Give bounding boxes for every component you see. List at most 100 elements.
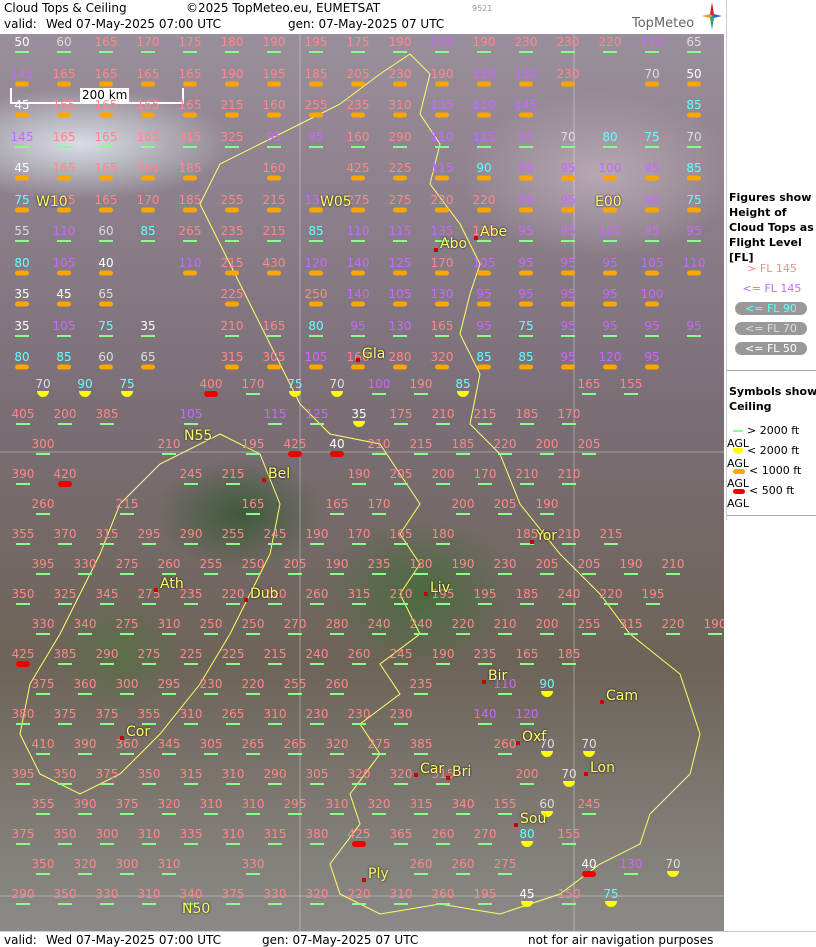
ceiling-symbol-icon [372,453,386,455]
ceiling-symbol-icon [330,633,344,635]
cloud-top-value: 220 [430,192,454,207]
cloud-top-value: 190 [430,66,454,81]
ceiling-symbol-icon [184,663,198,665]
cloud-top-value: 35 [351,407,367,421]
cloud-top-value: 70 [329,377,345,391]
cloud-top-value: 295 [137,527,161,541]
cloud-top-value: 70 [561,767,577,781]
ceiling-symbol-icon [562,423,576,425]
cloud-top-value: 305 [199,737,223,751]
ceiling-symbol-icon [394,723,408,725]
cloud-top-value: 145 [514,98,538,112]
ceiling-symbol-icon [414,393,428,395]
ceiling-symbol-icon [100,423,114,425]
cloud-top-value: 220 [661,617,685,631]
cloud-top-value: 330 [241,857,265,871]
ceiling-symbol-icon [15,145,29,148]
cloud-top-value: 320 [325,737,349,751]
city-marker-icon [474,236,478,240]
cloud-top-value: 205 [493,497,517,511]
ceiling-symbol-icon [498,633,512,635]
ceiling-symbol-icon [498,573,512,575]
cloud-top-value: 170 [557,407,581,421]
ceiling-symbol-icon [141,207,155,212]
cloud-top-value: 95 [644,192,660,207]
ceiling-symbol-icon [351,51,365,53]
ceiling-symbol-icon [36,513,50,515]
cloud-top-value: 55 [14,224,30,238]
cloud-top-value: 65 [140,350,156,364]
cloud-top-value: 215 [409,437,433,451]
cloud-top-value: 325 [53,587,77,601]
ceiling-symbol-icon [288,451,302,457]
cloud-top-value: 260 [493,737,517,751]
cloud-top-value: 235 [346,98,370,112]
cloud-top-value: 95 [518,161,534,175]
legend-symbol-label: < 500 ft AGL [727,484,795,510]
cloud-top-value: 60 [539,797,555,811]
ceiling-symbol-icon [540,453,554,455]
ceiling-symbol-icon [372,393,386,395]
cloud-top-value: 200 [535,437,559,451]
cloud-top-value: 195 [473,587,497,601]
ceiling-symbol-icon [15,112,29,118]
ceiling-symbol-icon [142,903,156,905]
cloud-top-value: 95 [518,255,534,270]
city-label: Liv [430,580,450,596]
cloud-top-value: 70 [644,66,660,81]
cloud-top-value: 190 [409,377,433,391]
cloud-top-value: 245 [263,527,287,541]
cloud-top-value: 255 [221,527,245,541]
cloud-top-value: 230 [556,66,580,81]
symbols-legend-title: Symbols show Ceiling [729,385,816,413]
cloud-top-value: 75 [119,377,135,391]
ceiling-symbol-icon [520,723,534,725]
cloud-top-value: 255 [220,192,244,207]
cloud-top-value: 290 [388,129,412,144]
cloud-top-value: 215 [473,407,497,421]
ceiling-symbol-icon [414,753,428,755]
satellite-map[interactable]: 200 km 50 60 165 170 175 180 190 195 175 190 135 19… [0,34,724,932]
cloud-top-value: 165 [94,98,118,112]
cloud-top-value: 215 [221,467,245,481]
ceiling-symbol-icon [645,364,659,370]
cloud-top-value: 220 [599,587,623,601]
ceiling-symbol-icon [478,663,492,665]
cloud-top-value: 320 [157,797,181,811]
cloud-top-value: 110 [178,255,202,270]
ceiling-symbol-icon [58,903,72,905]
cloud-top-value: 200 [53,407,77,421]
ceiling-symbol-icon [414,873,428,875]
cloud-top-value: 60 [56,35,72,49]
ceiling-symbol-icon [162,813,176,815]
ceiling-symbol-icon [330,513,344,515]
city-marker-icon [434,248,438,252]
ceiling-symbol-icon [225,240,239,242]
cloud-top-value: 395 [11,767,35,781]
ceiling-symbol-icon [645,240,659,242]
cloud-top-value: 165 [178,98,202,112]
footer-generated-time: gen: 07-May-2025 07 UTC [262,933,419,947]
ceiling-symbol-icon [184,543,198,545]
city-marker-icon [424,592,428,596]
cloud-top-value: 260 [305,587,329,601]
cloud-top-value: 95 [644,318,660,333]
cloud-top-value: 320 [367,797,391,811]
cloud-top-value: 135 [430,98,454,112]
ceiling-symbol-icon [351,364,365,370]
cloud-top-value: 75 [98,318,114,333]
ceiling-symbol-icon [309,112,323,118]
ceiling-symbol-icon [393,207,407,212]
ceiling-symbol-icon [456,513,470,515]
cloud-top-value: 95 [518,129,534,144]
ceiling-symbol-icon [562,903,576,905]
cloud-top-value: 90 [476,161,492,175]
ceiling-symbol-icon [36,633,50,635]
cloud-top-value: 280 [325,617,349,631]
ceiling-symbol-icon [666,633,680,635]
ceiling-symbol-icon [58,783,72,785]
cloud-top-value: 350 [11,587,35,601]
cloud-top-value: 50 [14,35,30,49]
ceiling-symbol-icon [498,693,512,695]
city-marker-icon [600,700,604,704]
